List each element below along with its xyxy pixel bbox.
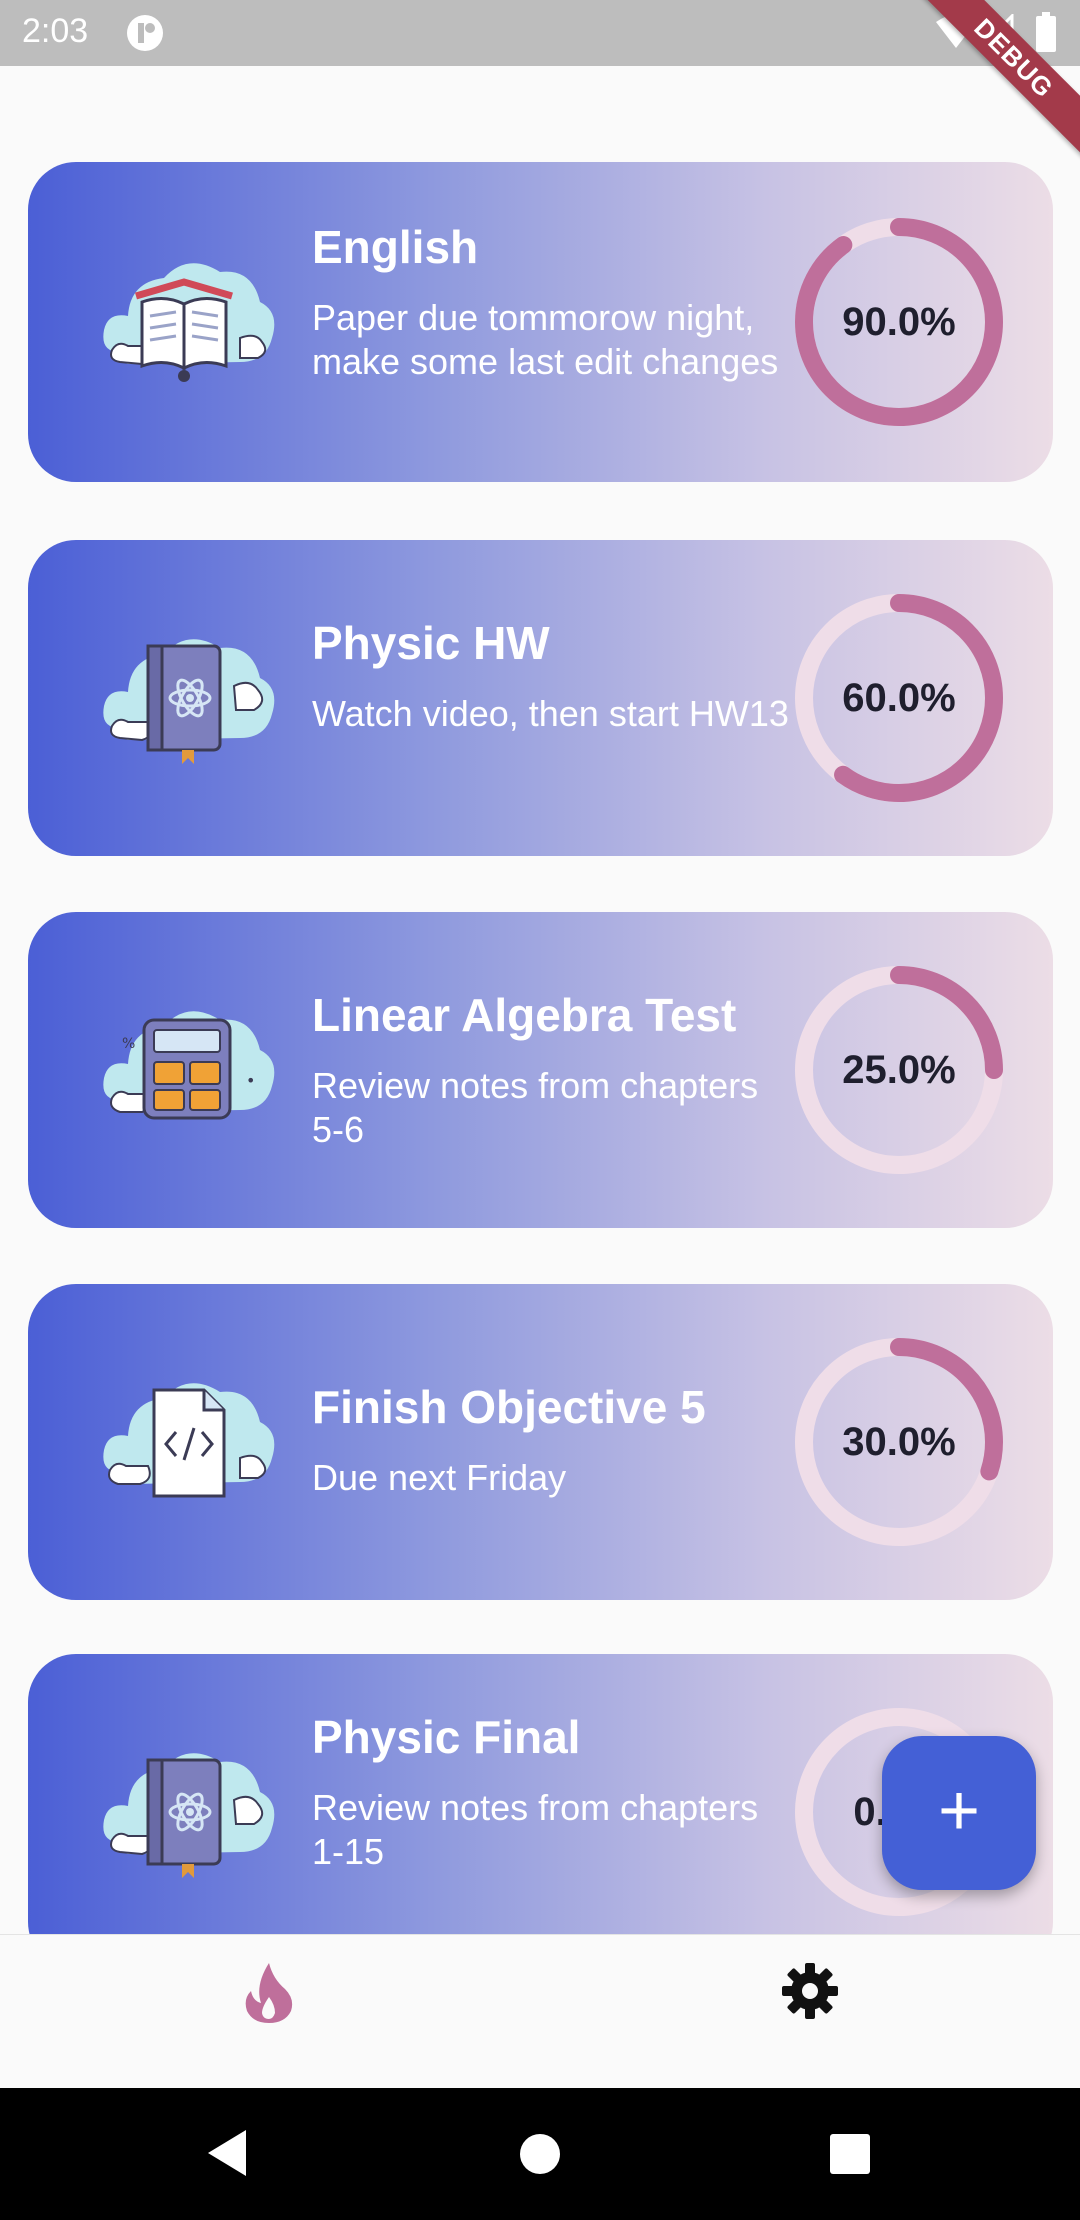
bottom-navigation <box>0 1934 1080 2088</box>
progress-ring: 30.0% <box>793 1336 1005 1548</box>
battery-icon <box>1036 12 1056 52</box>
recent-apps-icon[interactable] <box>828 2132 872 2176</box>
home-icon[interactable] <box>518 2132 562 2176</box>
code-file-icon <box>103 1383 275 1498</box>
svg-text:•: • <box>246 1071 255 1090</box>
progress-percent: 25.0% <box>842 1048 956 1092</box>
task-title: Physic Final <box>312 1711 581 1763</box>
progress-ring: 90.0% <box>793 216 1005 428</box>
svg-text:%: % <box>122 1036 135 1052</box>
task-title: English <box>312 221 479 273</box>
progress-ring: 25.0% <box>793 964 1005 1176</box>
task-description: Paper due tommorow night, make some last… <box>312 297 779 382</box>
task-title: Linear Algebra Test <box>312 989 737 1041</box>
app-notification-icon <box>127 15 163 51</box>
status-bar: 2:03 <box>0 0 1080 66</box>
task-description: Due next Friday <box>312 1457 567 1498</box>
physics-book-icon <box>103 1753 275 1878</box>
task-description: Review notes from chapters 1-15 <box>312 1787 759 1872</box>
task-card[interactable]: English Paper due tommorow night, make s… <box>28 162 1053 482</box>
calculator-icon: % • <box>103 1011 275 1120</box>
status-time: 2:03 <box>22 12 89 50</box>
task-list[interactable]: English Paper due tommorow night, make s… <box>0 66 1080 1934</box>
task-card[interactable]: Physic HW Watch video, then start HW13 6… <box>28 540 1053 856</box>
progress-ring: 60.0% <box>793 592 1005 804</box>
fire-icon[interactable] <box>243 1961 295 2023</box>
plus-icon: + <box>937 1771 981 1851</box>
book-icon <box>103 263 275 382</box>
task-description: Review notes from chapters 5-6 <box>312 1065 759 1150</box>
progress-percent: 60.0% <box>842 676 956 720</box>
task-title: Physic HW <box>312 617 550 669</box>
progress-percent: 90.0% <box>842 300 956 344</box>
physics-book-icon <box>103 639 275 764</box>
gear-icon[interactable] <box>782 1963 838 2019</box>
progress-percent: 30.0% <box>842 1420 956 1464</box>
task-description: Watch video, then start HW13 <box>312 693 789 734</box>
task-title: Finish Objective 5 <box>312 1381 706 1433</box>
add-task-button[interactable]: + <box>882 1736 1036 1890</box>
task-card[interactable]: Finish Objective 5 Due next Friday 30.0% <box>28 1284 1053 1600</box>
system-navigation-bar <box>0 2088 1080 2220</box>
task-card[interactable]: % • Linear Algebra Test Review notes fro… <box>28 912 1053 1228</box>
back-icon[interactable] <box>204 2128 250 2178</box>
